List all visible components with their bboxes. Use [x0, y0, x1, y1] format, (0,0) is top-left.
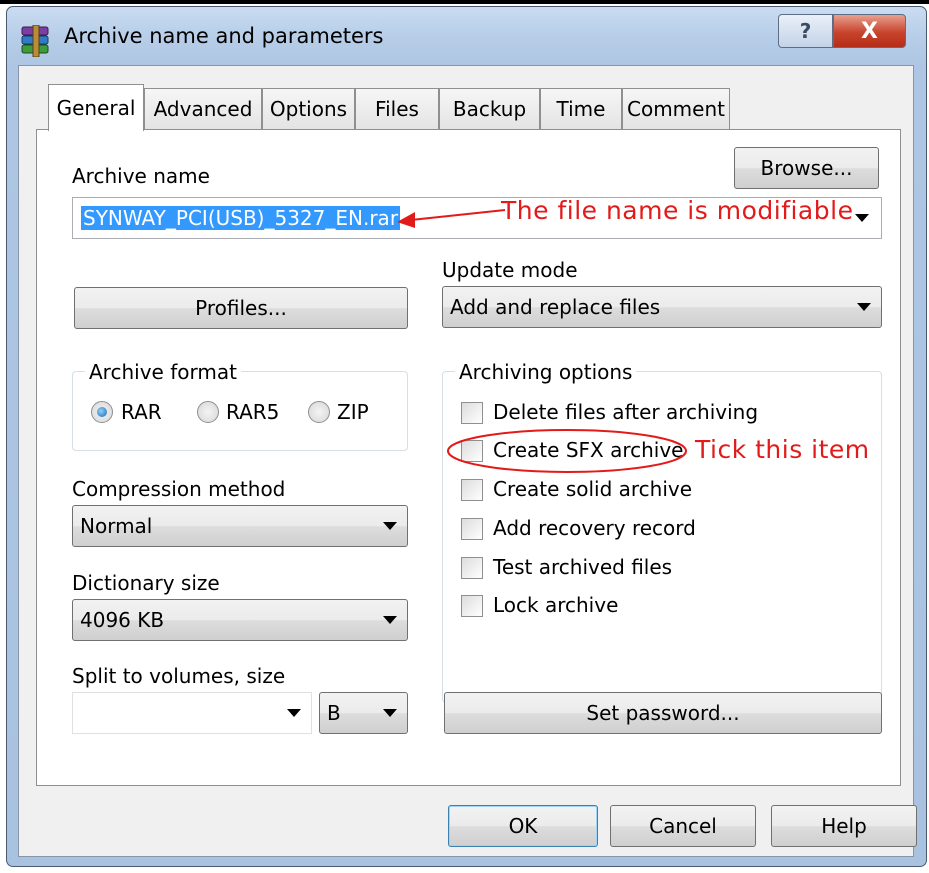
- ok-button[interactable]: OK: [448, 805, 598, 847]
- sfx-annotation-text: Tick this item: [695, 435, 870, 464]
- ok-button-label: OK: [508, 814, 538, 838]
- title-bar[interactable]: Archive name and parameters ? X: [7, 7, 926, 67]
- dictionary-size-label: Dictionary size: [72, 571, 220, 595]
- radio-rar5-label[interactable]: RAR5: [226, 400, 279, 424]
- window-title: Archive name and parameters: [64, 24, 384, 48]
- cancel-button-label: Cancel: [649, 814, 717, 838]
- update-mode-label: Update mode: [442, 258, 578, 282]
- profiles-button-label: Profiles...: [195, 296, 287, 320]
- archive-name-value: SYNWAY_PCI(USB)_5327_EN.rar: [81, 206, 401, 230]
- dictionary-size-select[interactable]: 4096 KB: [72, 599, 408, 641]
- tab-time-label: Time: [556, 97, 606, 121]
- split-volumes-unit-select[interactable]: B: [319, 692, 408, 734]
- checkbox-lock-archive[interactable]: [461, 595, 483, 617]
- chevron-down-icon[interactable]: [287, 709, 301, 717]
- close-icon: X: [861, 18, 878, 44]
- chevron-down-icon: [857, 303, 871, 311]
- tab-comment-label: Comment: [627, 97, 725, 121]
- tab-options-label: Options: [269, 97, 348, 121]
- annotation-arrow-icon: [397, 209, 506, 228]
- compression-method-select[interactable]: Normal: [72, 505, 408, 547]
- filename-annotation-text: The file name is modifiable: [501, 196, 854, 225]
- set-password-button-label: Set password...: [586, 701, 740, 725]
- cancel-button[interactable]: Cancel: [610, 805, 756, 847]
- top-border-line: [0, 0, 929, 4]
- checkbox-test-archived[interactable]: [461, 557, 483, 579]
- checkbox-solid-archive[interactable]: [461, 479, 483, 501]
- radio-rar5[interactable]: [197, 401, 219, 423]
- archive-format-title: Archive format: [85, 360, 241, 384]
- dialog-client-area: General Advanced Options Files Backup Ti…: [18, 65, 917, 857]
- tab-backup-label: Backup: [452, 97, 527, 121]
- archive-name-label: Archive name: [72, 164, 210, 188]
- split-volumes-size-input[interactable]: [72, 692, 312, 734]
- checkbox-delete-files[interactable]: [461, 402, 483, 424]
- tab-time[interactable]: Time: [540, 88, 622, 129]
- tab-backup[interactable]: Backup: [439, 88, 540, 129]
- dictionary-size-value: 4096 KB: [80, 608, 165, 632]
- tab-files[interactable]: Files: [355, 88, 439, 129]
- dialog-window: Archive name and parameters ? X General …: [6, 6, 927, 867]
- archiving-options-title: Archiving options: [455, 360, 637, 384]
- tab-general-label: General: [56, 96, 136, 120]
- tab-comment[interactable]: Comment: [622, 88, 730, 129]
- checkbox-test-archived-label[interactable]: Test archived files: [493, 555, 672, 579]
- compression-method-value: Normal: [80, 514, 153, 538]
- help-caption-button[interactable]: ?: [778, 14, 833, 48]
- radio-rar[interactable]: [91, 401, 113, 423]
- radio-zip-label[interactable]: ZIP: [337, 400, 369, 424]
- tab-advanced-label: Advanced: [153, 97, 253, 121]
- archive-name-dropdown-arrow-icon[interactable]: [855, 214, 869, 222]
- chevron-down-icon: [383, 616, 397, 624]
- general-tab-panel: Archive name Browse... SYNWAY_PCI(USB)_5…: [36, 129, 901, 786]
- winrar-app-icon: [21, 25, 49, 57]
- browse-button-label: Browse...: [760, 156, 853, 180]
- checkbox-recovery-record[interactable]: [461, 518, 483, 540]
- radio-zip[interactable]: [308, 401, 330, 423]
- tab-options[interactable]: Options: [262, 88, 355, 129]
- tab-general[interactable]: General: [48, 84, 144, 131]
- checkbox-recovery-record-label[interactable]: Add recovery record: [493, 516, 696, 540]
- checkbox-delete-files-label[interactable]: Delete files after archiving: [493, 400, 758, 424]
- profiles-button[interactable]: Profiles...: [74, 287, 408, 329]
- set-password-button[interactable]: Set password...: [444, 692, 882, 734]
- question-mark-icon: ?: [799, 19, 812, 43]
- split-volumes-unit-value: B: [327, 701, 341, 725]
- checkbox-lock-archive-label[interactable]: Lock archive: [493, 593, 618, 617]
- chevron-down-icon: [383, 522, 397, 530]
- annotation-ellipse-icon: [447, 429, 687, 473]
- split-volumes-label: Split to volumes, size: [72, 664, 286, 688]
- radio-rar-label[interactable]: RAR: [121, 400, 162, 424]
- browse-button[interactable]: Browse...: [734, 147, 879, 189]
- update-mode-select[interactable]: Add and replace files: [442, 286, 882, 328]
- checkbox-solid-archive-label[interactable]: Create solid archive: [493, 477, 692, 501]
- chevron-down-icon: [383, 709, 397, 717]
- help-button-label: Help: [821, 814, 867, 838]
- help-button[interactable]: Help: [771, 805, 917, 847]
- tab-files-label: Files: [375, 97, 419, 121]
- update-mode-value: Add and replace files: [450, 295, 661, 319]
- close-caption-button[interactable]: X: [833, 14, 906, 48]
- compression-method-label: Compression method: [72, 477, 286, 501]
- tab-advanced[interactable]: Advanced: [144, 88, 262, 129]
